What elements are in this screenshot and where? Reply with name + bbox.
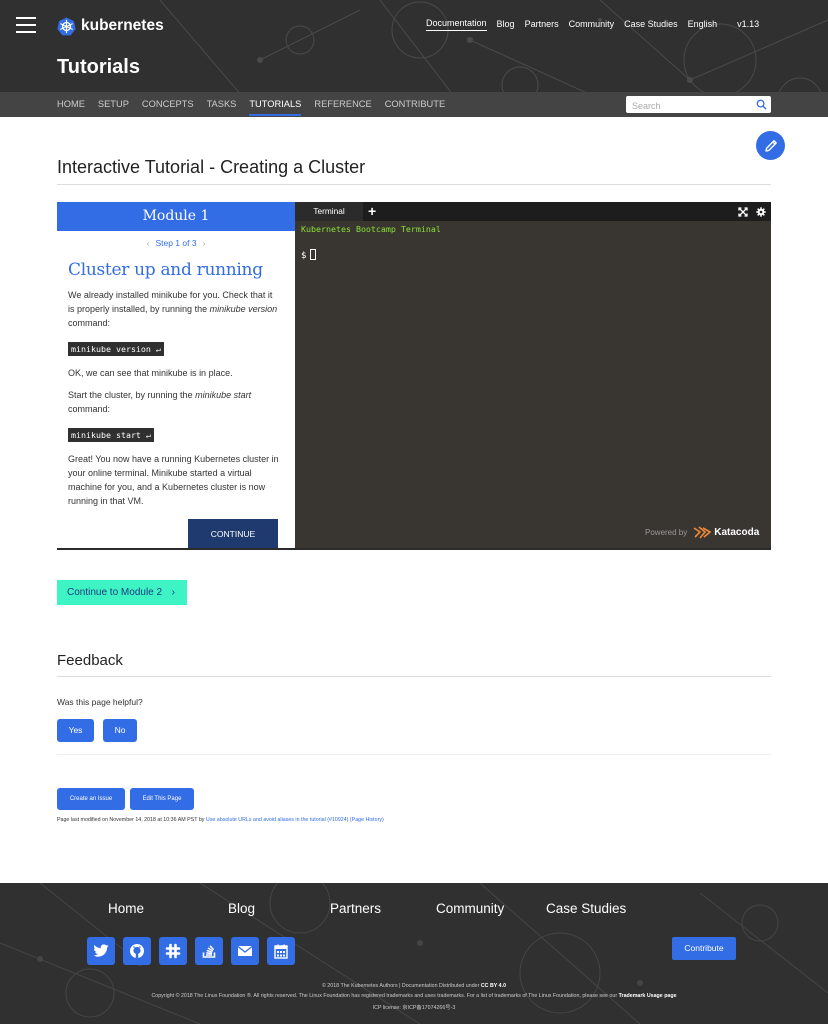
step-prev-icon[interactable]: ‹ bbox=[147, 238, 150, 248]
command-minikube-start[interactable]: minikube start ↵ bbox=[68, 428, 154, 442]
katacoda-name: Katacoda bbox=[714, 527, 760, 538]
feedback-bottom-divider bbox=[57, 754, 771, 755]
tutorial-frame: Module 1 ‹ Step 1 of 3 › Cluster up and ru… bbox=[57, 202, 771, 550]
twitter-icon[interactable] bbox=[87, 937, 115, 965]
continue-to-module-2-label: Continue to Module 2 bbox=[67, 587, 163, 598]
continue-button[interactable]: CONTINUE bbox=[188, 519, 278, 548]
create-issue-button[interactable]: Create an Issue bbox=[57, 788, 125, 810]
terminal-banner: Kubernetes Bootcamp Terminal bbox=[301, 224, 441, 234]
trademark-text: Copyright © 2018 The Linux Foundation ®.… bbox=[151, 993, 619, 999]
terminal-cursor bbox=[310, 249, 317, 260]
main-heading: Interactive Tutorial - Creating a Cluste… bbox=[57, 157, 366, 177]
feedback-divider bbox=[57, 676, 771, 677]
prompt-symbol: $ bbox=[301, 251, 307, 261]
footer-link-partners[interactable]: Partners bbox=[330, 901, 381, 916]
footer-copyright: © 2018 The Kubernetes Authors | Document… bbox=[0, 983, 828, 989]
instruction-paragraph: Start the cluster, by running the miniku… bbox=[68, 388, 281, 416]
stackoverflow-icon[interactable] bbox=[195, 937, 223, 965]
footer-link-community[interactable]: Community bbox=[436, 901, 504, 916]
powered-by-label: Powered by bbox=[645, 528, 688, 537]
add-terminal-button[interactable]: + bbox=[368, 203, 376, 219]
text: Start the cluster, by running the bbox=[68, 390, 196, 400]
page-title: Tutorials bbox=[57, 56, 140, 78]
tab-setup[interactable]: SETUP bbox=[98, 92, 129, 117]
heading-divider bbox=[57, 184, 771, 185]
footer-link-case-studies[interactable]: Case Studies bbox=[546, 901, 626, 916]
topnav-case-studies[interactable]: Case Studies bbox=[624, 18, 678, 30]
emphasis: minikube version bbox=[209, 304, 278, 314]
step-label: Step 1 of 3 bbox=[155, 238, 197, 248]
trademark-usage-link[interactable]: Trademark Usage page bbox=[619, 993, 677, 999]
feedback-yes-button[interactable]: Yes bbox=[57, 719, 94, 742]
tab-concepts[interactable]: CONCEPTS bbox=[142, 92, 194, 117]
feedback-question: Was this page helpful? bbox=[57, 697, 143, 707]
feedback-no-button[interactable]: No bbox=[103, 719, 137, 742]
commit-link[interactable]: Use absolute URLs and avoid aliases in t… bbox=[206, 817, 349, 823]
step-next-icon[interactable]: › bbox=[203, 238, 206, 248]
feedback-heading: Feedback bbox=[57, 652, 123, 669]
last-modified-text: Page last modified on November 14, 2018 … bbox=[57, 817, 206, 823]
page-history-link[interactable]: (Page History) bbox=[350, 817, 384, 823]
version-selector[interactable]: v1.13 bbox=[737, 18, 759, 30]
last-modified: Page last modified on November 14, 2018 … bbox=[57, 817, 384, 823]
slack-icon[interactable] bbox=[159, 937, 187, 965]
search-box bbox=[626, 96, 771, 115]
tab-tutorials[interactable]: TUTORIALS bbox=[249, 92, 302, 117]
instruction-paragraph: We already installed minikube for you. C… bbox=[68, 288, 281, 330]
top-nav: Documentation Blog Partners Community Ca… bbox=[426, 17, 759, 31]
terminal-prompt: $ bbox=[301, 249, 317, 261]
instruction-paragraph: OK, we can see that minikube is in place… bbox=[68, 368, 233, 378]
katacoda-logo-icon bbox=[693, 526, 712, 539]
github-icon[interactable] bbox=[123, 937, 151, 965]
edit-page-button[interactable] bbox=[756, 131, 785, 160]
edit-this-page-button[interactable]: Edit This Page bbox=[130, 788, 194, 810]
footer-link-blog[interactable]: Blog bbox=[228, 901, 255, 916]
topnav-documentation[interactable]: Documentation bbox=[426, 17, 487, 31]
terminal-toolbar: Terminal + bbox=[295, 202, 771, 221]
module-header: Module 1 bbox=[57, 202, 295, 231]
step-heading: Cluster up and running bbox=[68, 260, 263, 280]
language-selector[interactable]: English bbox=[688, 18, 718, 30]
topnav-community[interactable]: Community bbox=[569, 18, 615, 30]
mail-icon[interactable] bbox=[231, 937, 259, 965]
search-input[interactable] bbox=[626, 97, 746, 115]
terminal-tab[interactable]: Terminal bbox=[295, 202, 363, 221]
topnav-partners[interactable]: Partners bbox=[525, 18, 559, 30]
calendar-icon[interactable] bbox=[267, 937, 295, 965]
menu-icon[interactable] bbox=[16, 17, 36, 33]
fullscreen-icon[interactable] bbox=[738, 207, 748, 217]
tutorial-instructions-panel: Module 1 ‹ Step 1 of 3 › Cluster up and ru… bbox=[57, 202, 295, 548]
header: kubernetes Documentation Blog Partners C… bbox=[0, 0, 828, 92]
brand-name: kubernetes bbox=[81, 17, 164, 34]
contribute-button[interactable]: Contribute bbox=[672, 937, 736, 960]
tab-contribute[interactable]: CONTRIBUTE bbox=[385, 92, 445, 117]
instruction-paragraph: Great! You now have a running Kubernetes… bbox=[68, 454, 279, 506]
page: kubernetes Documentation Blog Partners C… bbox=[0, 0, 828, 1024]
footer-link-home[interactable]: Home bbox=[108, 901, 144, 916]
footer-trademark: Copyright © 2018 The Linux Foundation ®.… bbox=[0, 993, 828, 999]
text: command: bbox=[68, 318, 111, 328]
command-minikube-version[interactable]: minikube version ↵ bbox=[68, 342, 164, 356]
kubernetes-logo[interactable]: kubernetes bbox=[57, 15, 164, 37]
pencil-icon bbox=[764, 139, 777, 152]
emphasis: minikube start bbox=[195, 390, 252, 400]
continue-to-module-2-button[interactable]: Continue to Module 2 › bbox=[57, 580, 187, 605]
license-link[interactable]: CC BY 4.0 bbox=[481, 983, 506, 989]
copyright-text: © 2018 The Kubernetes Authors | Document… bbox=[321, 983, 481, 989]
tab-tasks[interactable]: TASKS bbox=[207, 92, 237, 117]
search-icon[interactable] bbox=[756, 99, 767, 110]
tab-reference[interactable]: REFERENCE bbox=[314, 92, 371, 117]
footer-icp-license: ICP license: 京ICP备17074266号-3 bbox=[372, 1005, 456, 1011]
chevron-right-icon: › bbox=[171, 587, 175, 598]
helm-wheel-icon bbox=[57, 16, 76, 35]
powered-by-katacoda[interactable]: Powered by Katacoda bbox=[645, 526, 759, 539]
tab-home[interactable]: HOME bbox=[57, 92, 85, 117]
gear-icon[interactable] bbox=[756, 207, 766, 217]
topnav-blog[interactable]: Blog bbox=[497, 18, 515, 30]
step-indicator: ‹ Step 1 of 3 › bbox=[57, 238, 295, 248]
terminal-console[interactable]: Kubernetes Bootcamp Terminal $ Powered b… bbox=[295, 221, 771, 548]
text: command: bbox=[68, 404, 111, 414]
